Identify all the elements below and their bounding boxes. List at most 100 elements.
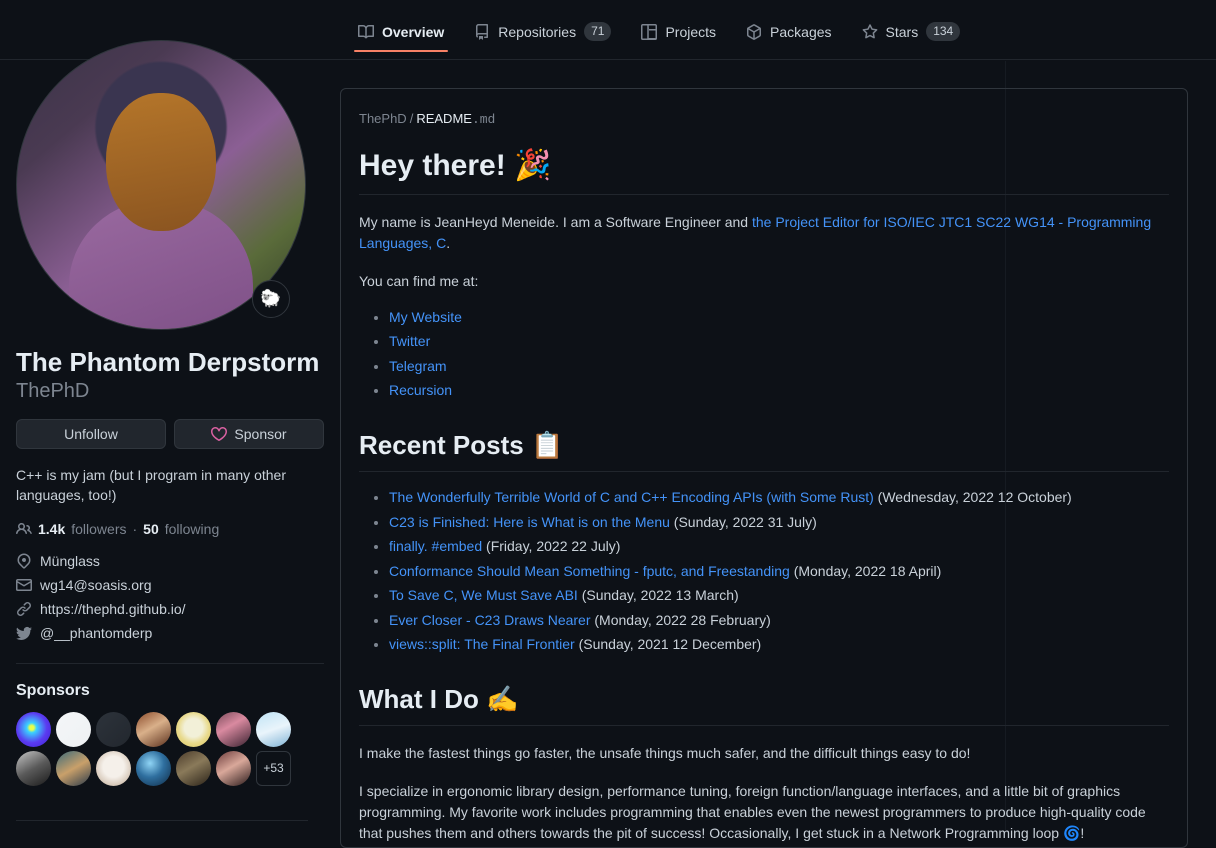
following-count[interactable]: 50 (143, 521, 159, 537)
heading-hey-there-text: Hey there! (359, 149, 506, 182)
people-icon (16, 521, 32, 537)
nav-item-label: Stars (885, 23, 919, 40)
sponsor-button[interactable]: Sponsor (174, 418, 324, 449)
list-item: C23 is Finished: Here is What is on the … (389, 510, 1169, 535)
post-date: (Monday, 2022 18 April) (793, 562, 942, 579)
nav-item-stars[interactable]: Stars 134 (854, 22, 969, 53)
list-item: finally. #embed (Friday, 2022 22 July) (389, 534, 1169, 559)
breadcrumb: ThePhD / README.md (359, 111, 1169, 127)
what-i-do-paragraph-2: I specialize in ergonomic library design… (359, 783, 1146, 841)
followers-count[interactable]: 1.4k (38, 521, 65, 537)
find-me-link[interactable]: My Website (389, 309, 462, 325)
list-item: To Save C, We Must Save ABI (Sunday, 202… (389, 583, 1169, 608)
find-me-link[interactable]: Recursion (389, 382, 452, 398)
post-link[interactable]: The Wonderfully Terrible World of C and … (389, 489, 874, 505)
heading-what-i-do-text: What I Do (359, 683, 479, 714)
sponsor-avatar[interactable] (56, 750, 91, 786)
nav-item-projects[interactable]: Projects (633, 23, 724, 52)
meta-mail[interactable]: wg14@soasis.org (16, 577, 324, 593)
post-link[interactable]: Conformance Should Mean Something - fput… (389, 563, 790, 579)
profile-nav: Overview Repositories 71 Projects Packages St… (350, 22, 968, 53)
list-item: My Website (389, 305, 1169, 330)
meta-link[interactable]: https://thephd.github.io/ (16, 601, 324, 617)
heading-hey-there: Hey there! 🎉 (359, 147, 1169, 195)
meta-text: https://thephd.github.io/ (40, 600, 186, 617)
nav-item-packages[interactable]: Packages (738, 24, 839, 52)
post-link[interactable]: Ever Closer - C23 Draws Nearer (389, 612, 591, 628)
sponsor-avatar[interactable] (176, 750, 211, 786)
meta-text: Münglass (40, 552, 100, 569)
sponsors-more-button[interactable]: +53 (256, 750, 291, 786)
sponsor-avatar[interactable] (56, 711, 91, 747)
nav-item-label: Overview (382, 23, 445, 40)
project-icon (641, 23, 658, 40)
profile-fullname: The Phantom Derpstorm (16, 347, 320, 377)
profile-username: ThePhD (16, 379, 90, 402)
nav-item-label: Repositories (498, 23, 577, 40)
book-icon (358, 24, 374, 40)
post-link[interactable]: views::split: The Final Frontier (389, 636, 575, 652)
sponsor-avatar[interactable] (136, 750, 171, 786)
followers-label[interactable]: followers (71, 521, 126, 537)
location-icon (16, 552, 32, 569)
follow-stats: 1.4k followers · 50 following (16, 521, 324, 537)
mail-icon (16, 577, 32, 593)
meta-text: wg14@soasis.org (40, 576, 152, 593)
package-icon (746, 23, 762, 40)
following-label[interactable]: following (165, 521, 219, 537)
post-link[interactable]: C23 is Finished: Here is What is on the … (389, 514, 670, 530)
sponsor-avatar[interactable] (16, 750, 51, 786)
breadcrumb-extension[interactable]: .md (472, 112, 495, 127)
sponsor-label: Sponsor (234, 425, 287, 442)
profile-meta-list: Münglass wg14@soasis.org https://thephd.gi… (16, 553, 324, 641)
intro-suffix: . (446, 234, 451, 251)
sponsor-avatar[interactable] (176, 711, 211, 747)
sponsor-avatar[interactable] (216, 750, 251, 786)
meta-text: @__phantomderp (40, 624, 153, 641)
list-item: Twitter (389, 329, 1169, 354)
find-me-link[interactable]: Telegram (389, 358, 447, 374)
sponsor-avatar[interactable] (96, 750, 131, 786)
post-link[interactable]: To Save C, We Must Save ABI (389, 587, 578, 603)
nav-item-overview[interactable]: Overview (350, 24, 452, 52)
post-date: (Sunday, 2022 31 July) (673, 513, 817, 530)
nav-item-repositories[interactable]: Repositories 71 (466, 22, 619, 53)
sponsor-avatar[interactable] (256, 711, 291, 747)
unfollow-button[interactable]: Unfollow (16, 418, 166, 449)
post-date: (Friday, 2022 22 July) (486, 538, 621, 554)
repo-icon (474, 23, 490, 40)
breadcrumb-repo[interactable]: ThePhD (359, 111, 407, 126)
post-date: (Sunday, 2021 12 December) (578, 636, 762, 652)
list-item: Recursion (389, 378, 1169, 403)
meta-location[interactable]: Münglass (16, 553, 324, 569)
avatar-container: 🐑 (16, 40, 306, 330)
sponsor-avatar[interactable] (96, 711, 131, 747)
meta-twitter[interactable]: @__phantomderp (16, 625, 324, 641)
find-me-link-list: My Website Twitter Telegram Recursion (359, 305, 1169, 403)
intro-prefix: My name is JeanHeyd Meneide. I am a Soft… (359, 213, 752, 230)
nav-item-label: Projects (665, 23, 717, 40)
nav-item-counter: 71 (584, 22, 612, 41)
writing-hand-icon: ✍️ (486, 684, 519, 715)
profile-sidebar: 🐑 The Phantom Derpstorm ThePhD Unfollow … (16, 40, 324, 786)
sponsor-avatar[interactable] (216, 711, 251, 747)
star-icon (862, 23, 878, 40)
sponsor-avatar[interactable] (136, 711, 171, 747)
unfollow-label: Unfollow (64, 425, 118, 442)
heart-icon (211, 426, 228, 442)
breadcrumb-file[interactable]: README (416, 111, 472, 126)
find-me-link[interactable]: Twitter (389, 333, 430, 349)
list-item: Conformance Should Mean Something - fput… (389, 559, 1169, 584)
breadcrumb-separator: / (409, 111, 414, 126)
sponsors-title: Sponsors (16, 662, 324, 700)
post-link[interactable]: finally. #embed (389, 538, 482, 554)
party-popper-icon: 🎉 (514, 148, 552, 183)
post-date: (Wednesday, 2022 12 October) (877, 489, 1072, 505)
sponsor-avatar[interactable] (16, 711, 51, 747)
twitter-icon (16, 625, 32, 641)
profile-actions: Unfollow Sponsor (16, 418, 324, 449)
list-item: views::split: The Final Frontier (Sunday… (389, 632, 1169, 657)
status-badge[interactable]: 🐑 (252, 280, 290, 318)
heading-recent-posts-text: Recent Posts (359, 429, 524, 460)
recent-posts-list: The Wonderfully Terrible World of C and … (359, 485, 1169, 657)
